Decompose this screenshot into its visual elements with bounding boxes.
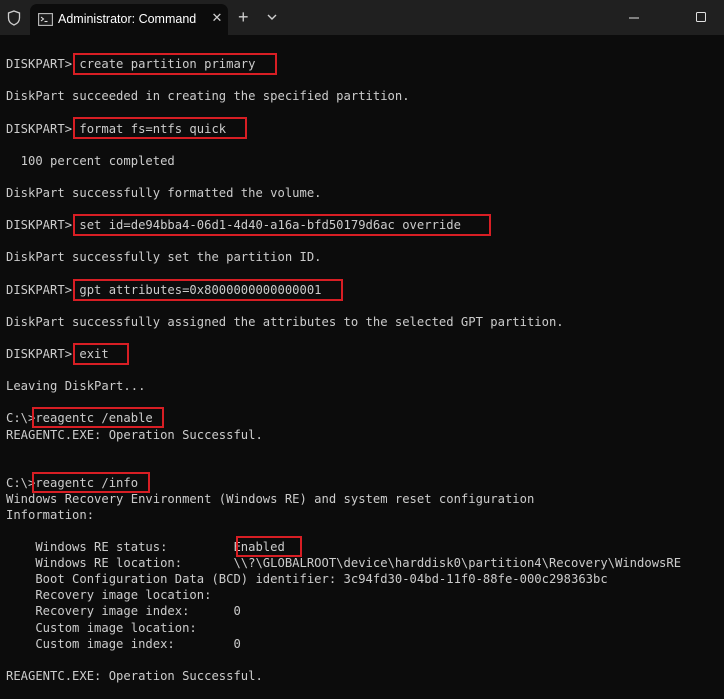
terminal-icon — [38, 13, 53, 26]
console-line: REAGENTC.EXE: Operation Successful. — [6, 428, 263, 442]
minimize-icon[interactable] — [614, 6, 654, 30]
title-bar: Administrator: Command Pro ✕ + — [0, 0, 724, 35]
console-line: REAGENTC.EXE: Operation Successful. — [6, 669, 263, 683]
highlight-box — [236, 536, 302, 557]
highlight-box — [73, 279, 343, 301]
close-tab-icon[interactable]: ✕ — [208, 9, 226, 27]
console-line: Recovery image location: — [6, 588, 212, 602]
shield-icon — [7, 10, 21, 26]
highlight-box — [73, 53, 277, 75]
console-line: Windows RE location: \\?\GLOBALROOT\devi… — [6, 556, 682, 570]
console-line: DiskPart succeeded in creating the speci… — [6, 89, 410, 103]
console-line: 100 percent completed — [6, 154, 175, 168]
new-tab-icon[interactable]: + — [238, 8, 249, 26]
console-line: Information: — [6, 508, 95, 522]
highlight-box — [73, 214, 491, 236]
console-output[interactable]: DISKPART> create partition primary DiskP… — [0, 35, 724, 699]
console-line: Windows Recovery Environment (Windows RE… — [6, 492, 535, 506]
terminal-window: Administrator: Command Pro ✕ + DISKPART>… — [0, 0, 724, 699]
highlight-box — [73, 117, 247, 139]
tab-title: Administrator: Command Pro — [58, 12, 198, 26]
console-line: Custom image index: 0 — [6, 637, 241, 651]
tab-command-prompt[interactable]: Administrator: Command Pro ✕ — [30, 4, 228, 35]
maximize-icon[interactable] — [681, 6, 721, 30]
console-line: Custom image location: — [6, 621, 197, 635]
console-line: Leaving DiskPart... — [6, 379, 146, 393]
highlight-box — [32, 472, 150, 493]
chevron-down-icon[interactable] — [265, 10, 279, 24]
highlight-box — [73, 343, 129, 365]
console-line: DiskPart successfully formatted the volu… — [6, 186, 322, 200]
console-line: Recovery image index: 0 — [6, 604, 241, 618]
highlight-box — [32, 407, 164, 428]
console-line: DiskPart successfully set the partition … — [6, 250, 322, 264]
console-line: DiskPart successfully assigned the attri… — [6, 315, 564, 329]
console-line: Boot Configuration Data (BCD) identifier… — [6, 572, 608, 586]
